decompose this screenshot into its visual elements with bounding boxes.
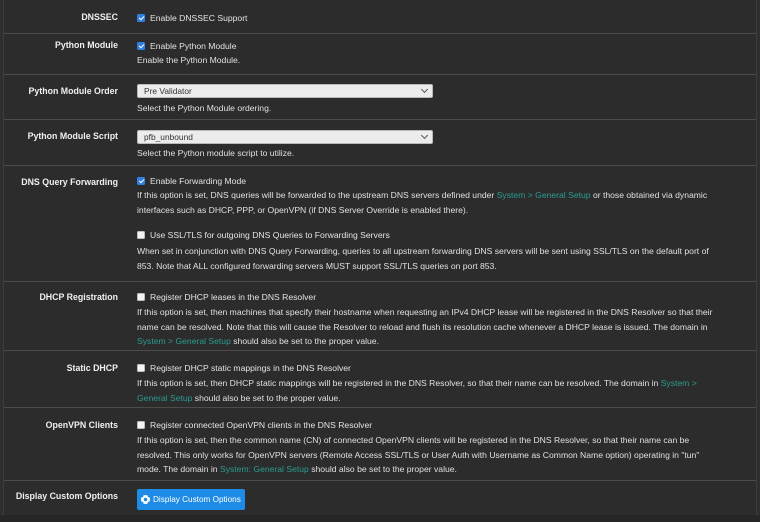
row-static-dhcp: Static DHCP Register DHCP static mapping…: [4, 351, 756, 408]
dhcp-registration-label: DHCP Registration: [39, 292, 118, 302]
python-module-script-label: Python Module Script: [27, 131, 118, 141]
python-module-checkbox-label[interactable]: Enable Python Module: [150, 41, 236, 51]
ssl-tls-checkbox-label[interactable]: Use SSL/TLS for outgoing DNS Queries to …: [150, 230, 390, 240]
dhcp-registration-help-line-1: If this option is set, then machines tha…: [137, 307, 713, 317]
row-dhcp-registration: DHCP Registration Register DHCP leases i…: [4, 282, 756, 351]
python-module-order-select[interactable]: Pre Validator: [137, 84, 433, 98]
python-module-script-help: Select the Python module script to utili…: [137, 148, 295, 158]
ssl-tls-help-line-2: 853. Note that ALL configured forwarding…: [137, 260, 497, 271]
python-module-order-label: Python Module Order: [28, 86, 118, 96]
dhcp-registration-checkbox[interactable]: [137, 293, 145, 301]
dhcp-registration-checkbox-label[interactable]: Register DHCP leases in the DNS Resolver: [150, 292, 316, 302]
openvpn-clients-help-text: should also be set to the proper value.: [308, 464, 457, 475]
general-setup-link[interactable]: System > General Setup: [497, 190, 591, 200]
static-dhcp-label: Static DHCP: [66, 363, 118, 373]
row-python-module-script: Python Module Script pfb_unbound Select …: [4, 120, 756, 166]
python-module-script-select[interactable]: pfb_unbound: [137, 130, 433, 144]
dnssec-checkbox[interactable]: [137, 14, 145, 22]
gear-icon: [141, 495, 150, 504]
static-dhcp-help-line-2: General Setup should also be set to the …: [137, 391, 750, 406]
forwarding-mode-checkbox[interactable]: [137, 177, 145, 185]
forwarding-mode-checkbox-label[interactable]: Enable Forwarding Mode: [150, 176, 246, 186]
ssl-tls-checkbox[interactable]: [137, 231, 145, 240]
dnssec-label: DNSSEC: [81, 12, 118, 22]
general-setup-link[interactable]: System > General Setup: [137, 336, 231, 346]
row-openvpn-clients: OpenVPN Clients Register connected OpenV…: [4, 408, 756, 481]
general-setup-link[interactable]: System: General Setup: [220, 464, 309, 474]
openvpn-clients-checkbox-label[interactable]: Register connected OpenVPN clients in th…: [150, 420, 372, 430]
openvpn-clients-help-line-1: If this option is set, then the common n…: [137, 435, 690, 445]
static-dhcp-checkbox[interactable]: [137, 364, 145, 372]
display-custom-options-label: Display Custom Options: [15, 491, 118, 501]
python-module-label: Python Module: [54, 40, 118, 50]
row-dns-query-forwarding: DNS Query Forwarding Enable Forwarding M…: [4, 166, 756, 282]
static-dhcp-checkbox-label[interactable]: Register DHCP static mappings in the DNS…: [150, 363, 351, 373]
openvpn-clients-checkbox[interactable]: [137, 421, 145, 429]
row-python-module-order: Python Module Order Pre Validator Select…: [4, 75, 756, 120]
chevron-down-icon: [420, 132, 429, 140]
display-custom-options-button-label: Display Custom Options: [153, 495, 241, 504]
dnssec-checkbox-label[interactable]: Enable DNSSEC Support: [150, 13, 247, 23]
openvpn-clients-help-line-2: resolved. This only works for OpenVPN se…: [137, 449, 700, 460]
python-module-order-selected: Pre Validator: [144, 86, 192, 96]
forwarding-help: If this option is set, DNS queries will …: [137, 188, 750, 203]
row-dnssec: DNSSEC Enable DNSSEC Support: [4, 0, 756, 34]
general-setup-link[interactable]: System >: [661, 378, 697, 388]
static-dhcp-help-text: should also be set to the proper value.: [192, 392, 341, 403]
row-python-module: Python Module Enable Python Module Enabl…: [4, 34, 756, 75]
chevron-down-icon: [420, 86, 429, 94]
ssl-tls-help-line-1: When set in conjunction with DNS Query F…: [137, 246, 709, 257]
dhcp-registration-help-text: should also be set to the proper value.: [230, 336, 379, 347]
forwarding-help-text: or those obtained via dynamic: [590, 190, 708, 200]
row-display-custom-options: Display Custom Options Display Custom Op…: [4, 481, 756, 515]
python-module-script-selected: pfb_unbound: [144, 132, 193, 142]
python-module-checkbox[interactable]: [137, 42, 145, 50]
openvpn-clients-help-text: mode. The domain in: [137, 464, 220, 475]
dhcp-registration-help-line-3: System > General Setup should also be se…: [137, 334, 750, 349]
python-module-order-help: Select the Python Module ordering.: [137, 103, 272, 113]
page-footer-strip: [0, 515, 760, 522]
openvpn-clients-label: OpenVPN Clients: [45, 420, 118, 430]
openvpn-clients-help-line-3: mode. The domain in System: General Setu…: [137, 462, 750, 477]
display-custom-options-button[interactable]: Display Custom Options: [137, 489, 245, 510]
forwarding-help-text: If this option is set, DNS queries will …: [137, 190, 497, 200]
python-module-help: Enable the Python Module.: [137, 55, 241, 65]
general-setup-link[interactable]: General Setup: [137, 393, 192, 403]
general-settings-panel: DNSSEC Enable DNSSEC Support Python Modu…: [3, 0, 757, 522]
static-dhcp-help-text: If this option is set, then DHCP static …: [137, 378, 661, 388]
dns-query-forwarding-label: DNS Query Forwarding: [21, 177, 118, 187]
static-dhcp-help-line-1: If this option is set, then DHCP static …: [137, 376, 750, 391]
forwarding-help-line-2: interfaces such as DHCP, PPP, or OpenVPN…: [137, 204, 469, 215]
dhcp-registration-help-line-2: name can be resolved. Note that this wil…: [137, 321, 708, 332]
